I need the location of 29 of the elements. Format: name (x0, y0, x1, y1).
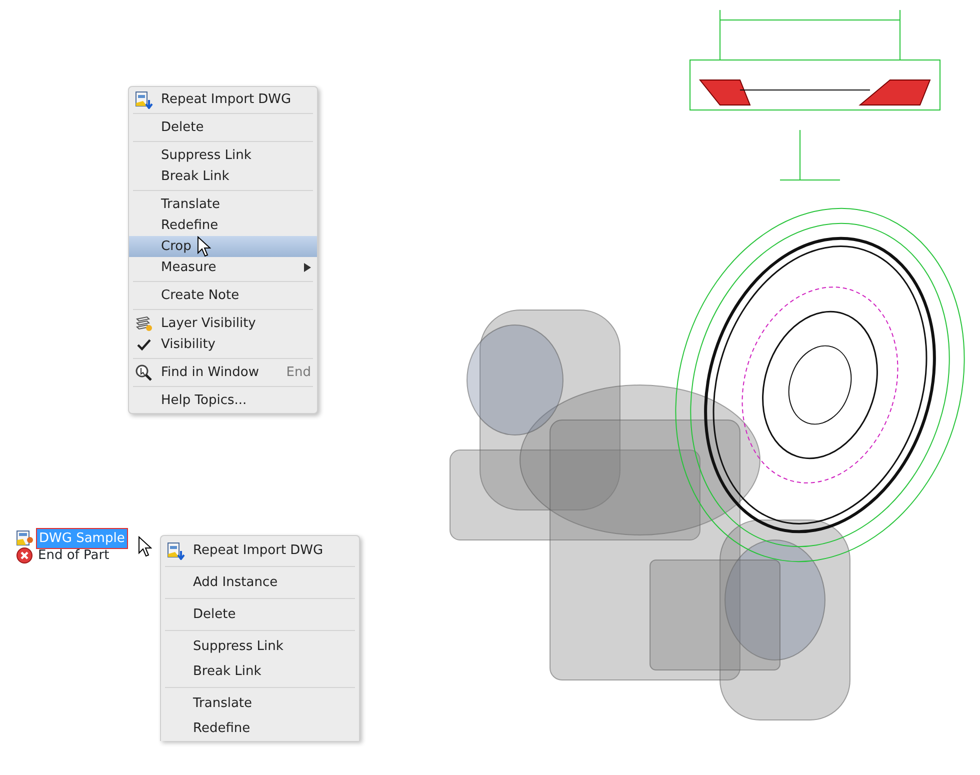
menu-item[interactable]: Repeat Import DWG (129, 89, 317, 110)
menu-item[interactable]: Break Link (161, 659, 359, 684)
document-icon (16, 530, 34, 547)
menu-item[interactable]: Repeat Import DWG (161, 538, 359, 563)
menu-item[interactable]: Translate (129, 194, 317, 215)
menu-item[interactable]: Break Link (129, 166, 317, 187)
tree-item[interactable]: End of Part (36, 546, 112, 566)
menu-item[interactable]: Create Note (129, 285, 317, 306)
menu-item[interactable]: Redefine (161, 716, 359, 741)
mouse-pointer-icon (138, 536, 152, 557)
menu-item[interactable]: Help Topics... (129, 390, 317, 411)
menu-item[interactable]: Find in Window End (129, 362, 317, 383)
menu-item[interactable]: Delete (161, 602, 359, 627)
menu-item[interactable]: Delete (129, 117, 317, 138)
menu-item[interactable]: Add Instance (161, 570, 359, 595)
menu-item[interactable]: Translate (161, 691, 359, 716)
menu-item[interactable]: Redefine (129, 215, 317, 236)
checkmark-icon (137, 338, 151, 350)
layers-icon (135, 314, 153, 332)
menu-item[interactable]: Crop (129, 236, 317, 257)
menu-item[interactable]: Measure (129, 257, 317, 278)
error-icon (16, 547, 33, 564)
menu-item[interactable]: Suppress Link (161, 634, 359, 659)
document-import-icon (167, 542, 185, 560)
menu-item[interactable]: Visibility (129, 334, 317, 355)
document-import-icon (135, 90, 153, 108)
menu-item[interactable]: Suppress Link (129, 145, 317, 166)
menu-item[interactable]: Layer Visibility (129, 313, 317, 334)
magnifier-icon (135, 364, 153, 382)
